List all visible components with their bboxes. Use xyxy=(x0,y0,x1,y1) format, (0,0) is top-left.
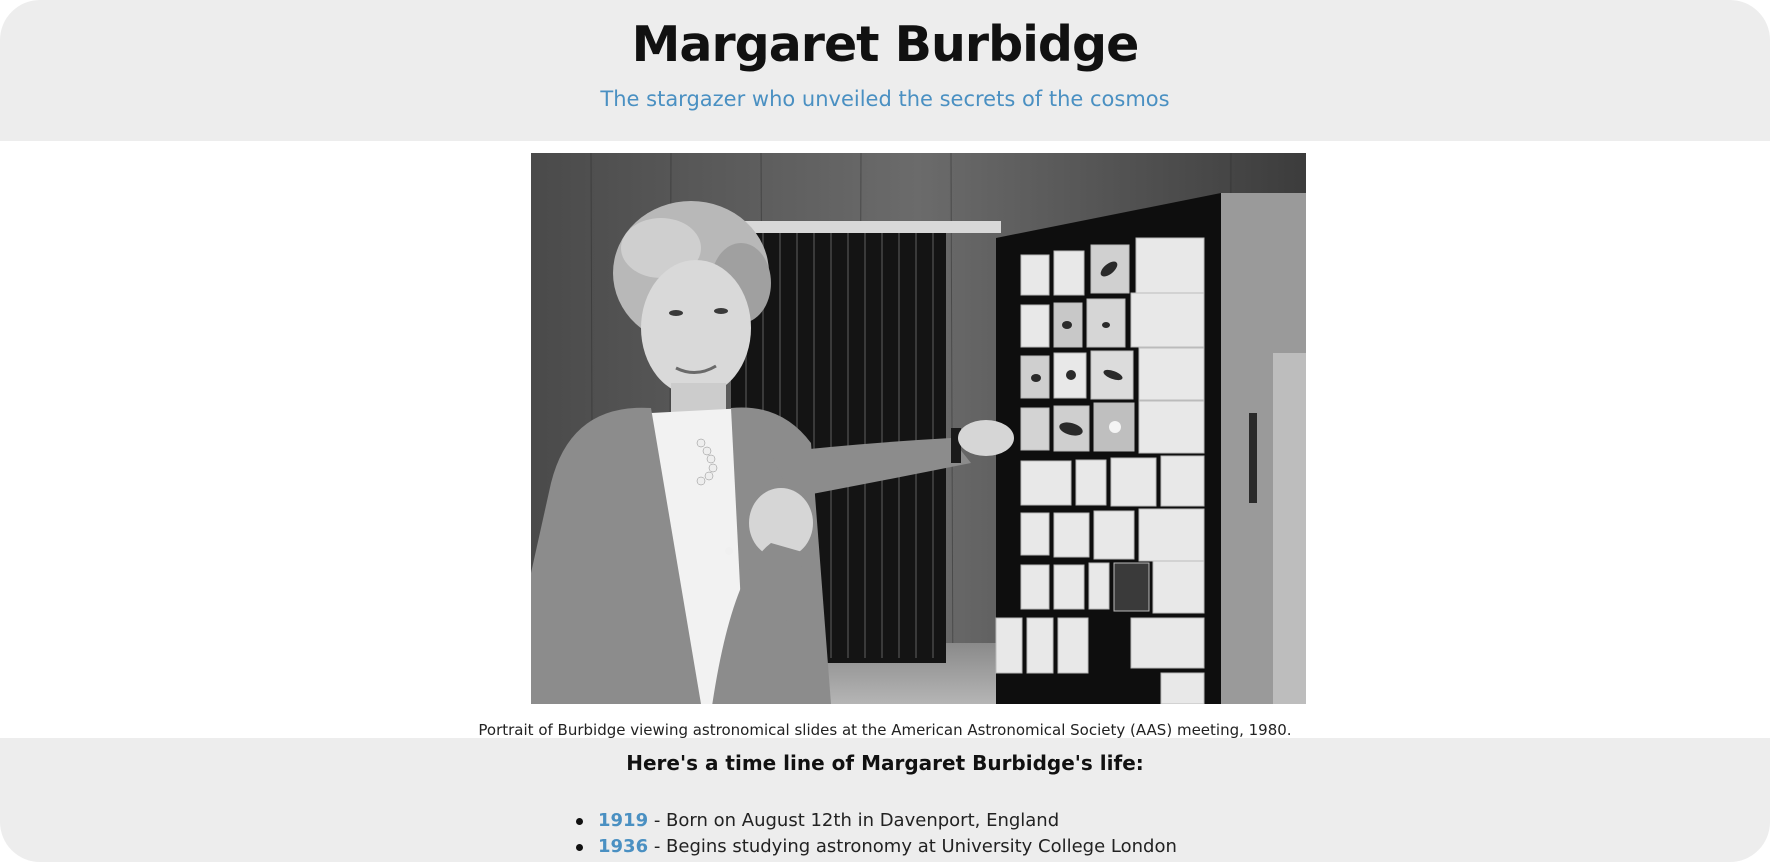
timeline-item: 1919 - Born on August 12th in Davenport,… xyxy=(576,808,1177,834)
photo-caption: Portrait of Burbidge viewing astronomica… xyxy=(478,721,1292,739)
timeline-heading: Here's a time line of Margaret Burbidge'… xyxy=(626,751,1144,775)
page-frame: Margaret Burbidge The stargazer who unve… xyxy=(0,0,1770,862)
timeline-list: 1919 - Born on August 12th in Davenport,… xyxy=(576,808,1177,860)
timeline-text: - Begins studying astronomy at Universit… xyxy=(648,836,1177,857)
page-title: Margaret Burbidge xyxy=(631,16,1140,73)
page-header: Margaret Burbidge The stargazer who unve… xyxy=(0,0,1770,141)
timeline-section: Here's a time line of Margaret Burbidge'… xyxy=(0,738,1770,862)
timeline-text: - Born on August 12th in Davenport, Engl… xyxy=(648,810,1060,831)
bullet-icon xyxy=(576,818,583,825)
portrait-photo xyxy=(531,153,1306,704)
page-subtitle: The stargazer who unveiled the secrets o… xyxy=(600,87,1170,111)
timeline-item: 1936 - Begins studying astronomy at Univ… xyxy=(576,834,1177,860)
timeline-year: 1919 xyxy=(598,810,649,831)
bullet-icon xyxy=(576,844,583,851)
timeline-year: 1936 xyxy=(598,836,649,857)
